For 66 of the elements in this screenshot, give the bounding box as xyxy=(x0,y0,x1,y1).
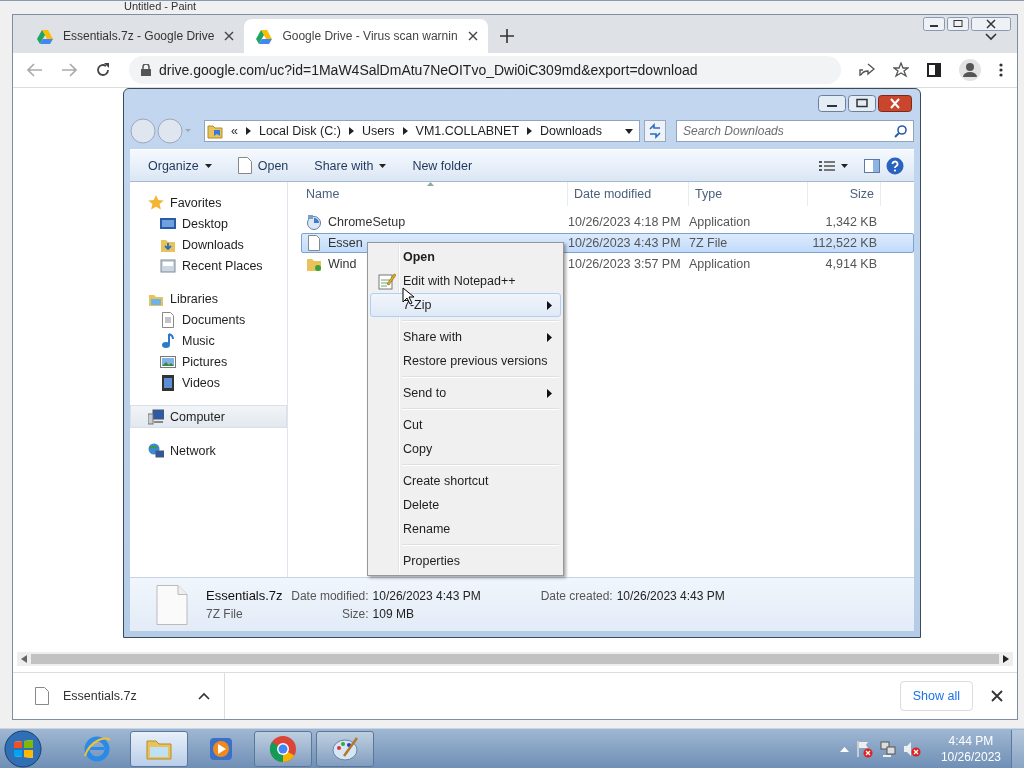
field-label: Date created: xyxy=(539,588,613,603)
field-value: 10/26/2023 4:43 PM xyxy=(372,588,482,603)
size-cell-text: 112,522 KB xyxy=(811,235,878,252)
type-cell-text: Application xyxy=(689,256,752,273)
browser-tab[interactable]: Google Drive - Virus scan warnin xyxy=(244,19,488,53)
nav-item[interactable]: Downloads xyxy=(130,234,287,255)
type-cell-text: Application xyxy=(689,214,752,231)
column-header[interactable]: Name xyxy=(288,182,568,206)
menu-item[interactable]: Rename xyxy=(370,517,561,541)
menu-item[interactable]: Share with xyxy=(370,325,561,349)
column-header[interactable]: Type xyxy=(689,182,808,206)
date-cell-text: 10/26/2023 4:43 PM xyxy=(568,235,682,252)
column-header[interactable]: Date modified xyxy=(568,182,689,206)
nav-item[interactable]: Desktop xyxy=(130,213,287,234)
toolbar-button[interactable]: Organize xyxy=(138,154,222,177)
breadcrumb-item[interactable]: Local Disk (C:) xyxy=(258,124,341,138)
file-name: Essen xyxy=(328,236,363,250)
nav-item[interactable]: Music xyxy=(130,330,287,351)
file-type: 7Z File xyxy=(206,607,244,621)
show-all-button[interactable]: Show all xyxy=(899,681,973,711)
tab-title: Google Drive - Virus scan warnin xyxy=(282,29,458,43)
nav-item[interactable]: Documents xyxy=(130,309,287,330)
breadcrumb-item[interactable]: VM1.COLLABNET xyxy=(415,124,520,138)
menu-item[interactable]: Properties xyxy=(370,549,561,573)
field-value: 10/26/2023 4:43 PM xyxy=(616,588,726,603)
address-bar[interactable]: « Local Disk (C:) Users VM1.COLLABNET Downloads xyxy=(204,120,640,142)
breadcrumb-item[interactable]: Users xyxy=(361,124,395,138)
breadcrumb-item[interactable]: Downloads xyxy=(540,124,602,138)
size-cell-text: 4,914 KB xyxy=(824,256,878,273)
browser-tab[interactable]: Essentials.7z - Google Drive xyxy=(25,19,245,53)
search-field[interactable]: Search Downloads xyxy=(676,120,914,142)
toolbar-button[interactable]: Share with xyxy=(304,154,397,177)
date-cell-text: 10/26/2023 3:57 PM xyxy=(568,256,682,273)
menu-item[interactable]: Create shortcut xyxy=(370,469,561,493)
menu-item[interactable]: Copy xyxy=(370,437,561,461)
download-item[interactable]: Essentials.7z xyxy=(13,673,225,719)
size-cell-text: 1,342 KB xyxy=(824,214,878,231)
nav-item[interactable]: Pictures xyxy=(130,351,287,372)
menu-item[interactable]: 7-Zip xyxy=(370,293,561,317)
file-name: Wind xyxy=(328,257,357,271)
toolbar-button[interactable]: Open xyxy=(227,153,299,178)
nav-item[interactable]: Libraries xyxy=(130,288,287,309)
menu-item[interactable]: Restore previous versions xyxy=(370,349,561,373)
nav-item[interactable]: Recent Places xyxy=(130,255,287,276)
nav-item[interactable]: Computer xyxy=(130,405,287,428)
nav-item[interactable]: Videos xyxy=(130,372,287,393)
menu-item[interactable]: Delete xyxy=(370,493,561,517)
breadcrumb-overflow[interactable]: « xyxy=(231,124,238,138)
file-name: ChromeSetup xyxy=(328,215,406,229)
field-value: 109 MB xyxy=(372,606,415,621)
date-cell-text: 10/26/2023 4:18 PM xyxy=(568,214,682,231)
nav-item[interactable]: Network xyxy=(130,440,287,461)
field-label: Size: xyxy=(340,606,369,621)
file-name: Essentials.7z xyxy=(206,588,283,603)
menu-item[interactable]: Cut xyxy=(370,413,561,437)
toolbar-button[interactable]: New folder xyxy=(402,154,483,177)
tab-title: Essentials.7z - Google Drive xyxy=(63,29,215,43)
window-title: Untitled - Paint xyxy=(124,0,197,13)
type-cell-text: 7Z File xyxy=(689,235,729,252)
menu-item[interactable]: Send to xyxy=(370,381,561,405)
nav-item[interactable]: Favorites xyxy=(130,192,287,213)
field-label: Date modified: xyxy=(290,588,369,603)
menu-item[interactable]: Edit with Notepad++ xyxy=(370,269,561,293)
address-bar[interactable]: drive.google.com/uc?id=1MaW4SalDmAtu7NeOITvo_Dwi0iC309md&export=download xyxy=(129,56,841,84)
column-header[interactable]: Size xyxy=(808,182,881,206)
url-text: drive.google.com/uc?id=1MaW4SalDmAtu7NeOITvo_Dwi0iC309md&export=download xyxy=(159,62,698,78)
